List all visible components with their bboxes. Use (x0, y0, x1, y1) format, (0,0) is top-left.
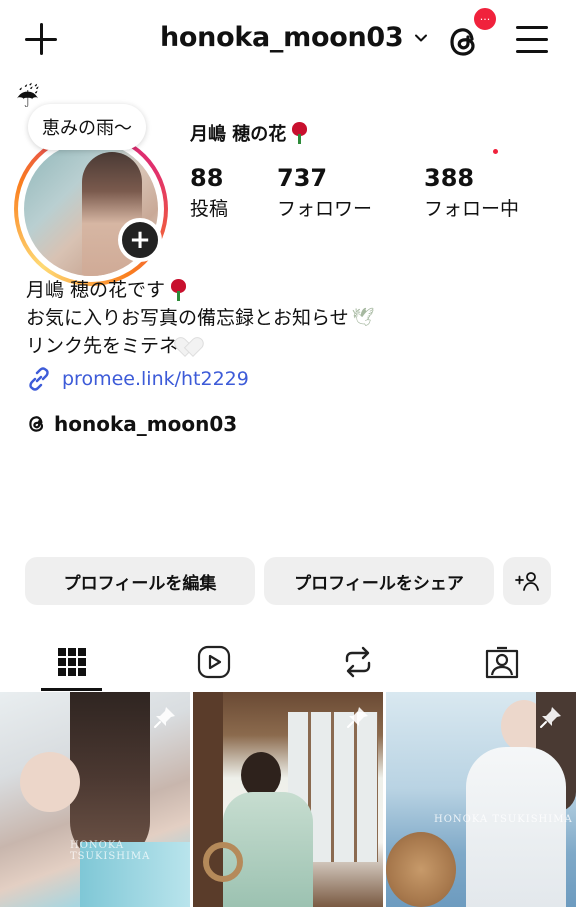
stat-following[interactable]: 388 フォロー中 (424, 164, 519, 221)
threads-icon (29, 416, 44, 432)
threads-profile-link[interactable]: honoka_moon03 (26, 412, 237, 436)
tab-reposts[interactable] (286, 632, 430, 692)
post-thumbnail[interactable]: HONOKA TSUKISHIMA (0, 692, 190, 907)
stat-posts[interactable]: 88 投稿 (190, 164, 228, 221)
repost-icon (345, 646, 371, 678)
active-tab-indicator (41, 688, 102, 691)
profile-display-name: 月嶋 穂の花 (190, 120, 308, 146)
tab-tagged[interactable] (430, 632, 574, 692)
notification-badge: ··· (472, 6, 498, 32)
pin-icon (154, 707, 175, 728)
bio-link-text: promee.link/ht2229 (62, 368, 249, 390)
threads-handle: honoka_moon03 (54, 412, 238, 436)
tagged-icon (485, 646, 519, 679)
stat-posts-label: 投稿 (190, 198, 229, 220)
photo-watermark: HONOKA TSUKISHIMA (70, 840, 151, 862)
discover-people-button[interactable] (503, 557, 551, 605)
grid-icon (58, 648, 86, 676)
photo-watermark: HONOKA TSUKISHIMA (434, 814, 573, 825)
note-bubble[interactable]: 恵みの雨〜 (28, 104, 146, 150)
stat-following-value: 388 (424, 164, 475, 192)
rose-icon (169, 279, 187, 301)
stat-following-label: フォロー中 (424, 198, 520, 220)
bio-line-1: 月嶋 穂の花です (26, 279, 166, 301)
reels-icon (197, 645, 231, 679)
bio: 月嶋 穂の花です お気に入りお写真の備忘録とお知らせ 🕊 リンク先をミテネ (26, 276, 374, 360)
tab-reels[interactable] (142, 632, 286, 692)
rose-icon (290, 122, 308, 144)
bio-line-3: リンク先をミテネ (26, 335, 179, 357)
white-heart-icon (180, 336, 202, 356)
edit-profile-button[interactable]: プロフィールを編集 (25, 557, 255, 605)
profile-tabs (0, 632, 576, 692)
stat-followers[interactable]: 737 フォロワー (277, 164, 372, 221)
menu-button[interactable] (516, 26, 550, 54)
post-thumbnail[interactable]: HONOKA TSUKISHIMA (386, 692, 576, 907)
username-title: honoka_moon03 (160, 22, 404, 53)
link-icon (29, 367, 49, 391)
stat-followers-value: 737 (277, 164, 328, 192)
chevron-down-icon (415, 34, 428, 41)
post-grid: HONOKA TSUKISHIMA HONOKA TSUKISHIMA (0, 692, 576, 907)
top-bar: honoka_moon03 ··· (0, 0, 576, 80)
share-profile-button[interactable]: プロフィールをシェア (264, 557, 494, 605)
account-switcher[interactable]: honoka_moon03 (160, 22, 429, 53)
dove-icon: 🕊 (351, 307, 375, 328)
stat-followers-label: フォロワー (277, 198, 373, 220)
create-post-button[interactable] (24, 22, 60, 58)
post-thumbnail[interactable] (193, 692, 383, 907)
bio-line-2: お気に入りお写真の備忘録とお知らせ (26, 307, 349, 329)
add-person-icon (515, 572, 539, 591)
bio-link[interactable]: promee.link/ht2229 (26, 366, 249, 392)
pin-icon (540, 707, 561, 728)
activity-dot (493, 149, 498, 154)
tab-posts-grid[interactable] (0, 632, 144, 692)
pin-icon (347, 707, 368, 728)
add-story-button[interactable]: + (118, 218, 162, 262)
stat-posts-value: 88 (190, 164, 224, 192)
display-name-text: 月嶋 穂の花 (190, 124, 287, 145)
avatar-story-ring[interactable] (14, 132, 168, 286)
